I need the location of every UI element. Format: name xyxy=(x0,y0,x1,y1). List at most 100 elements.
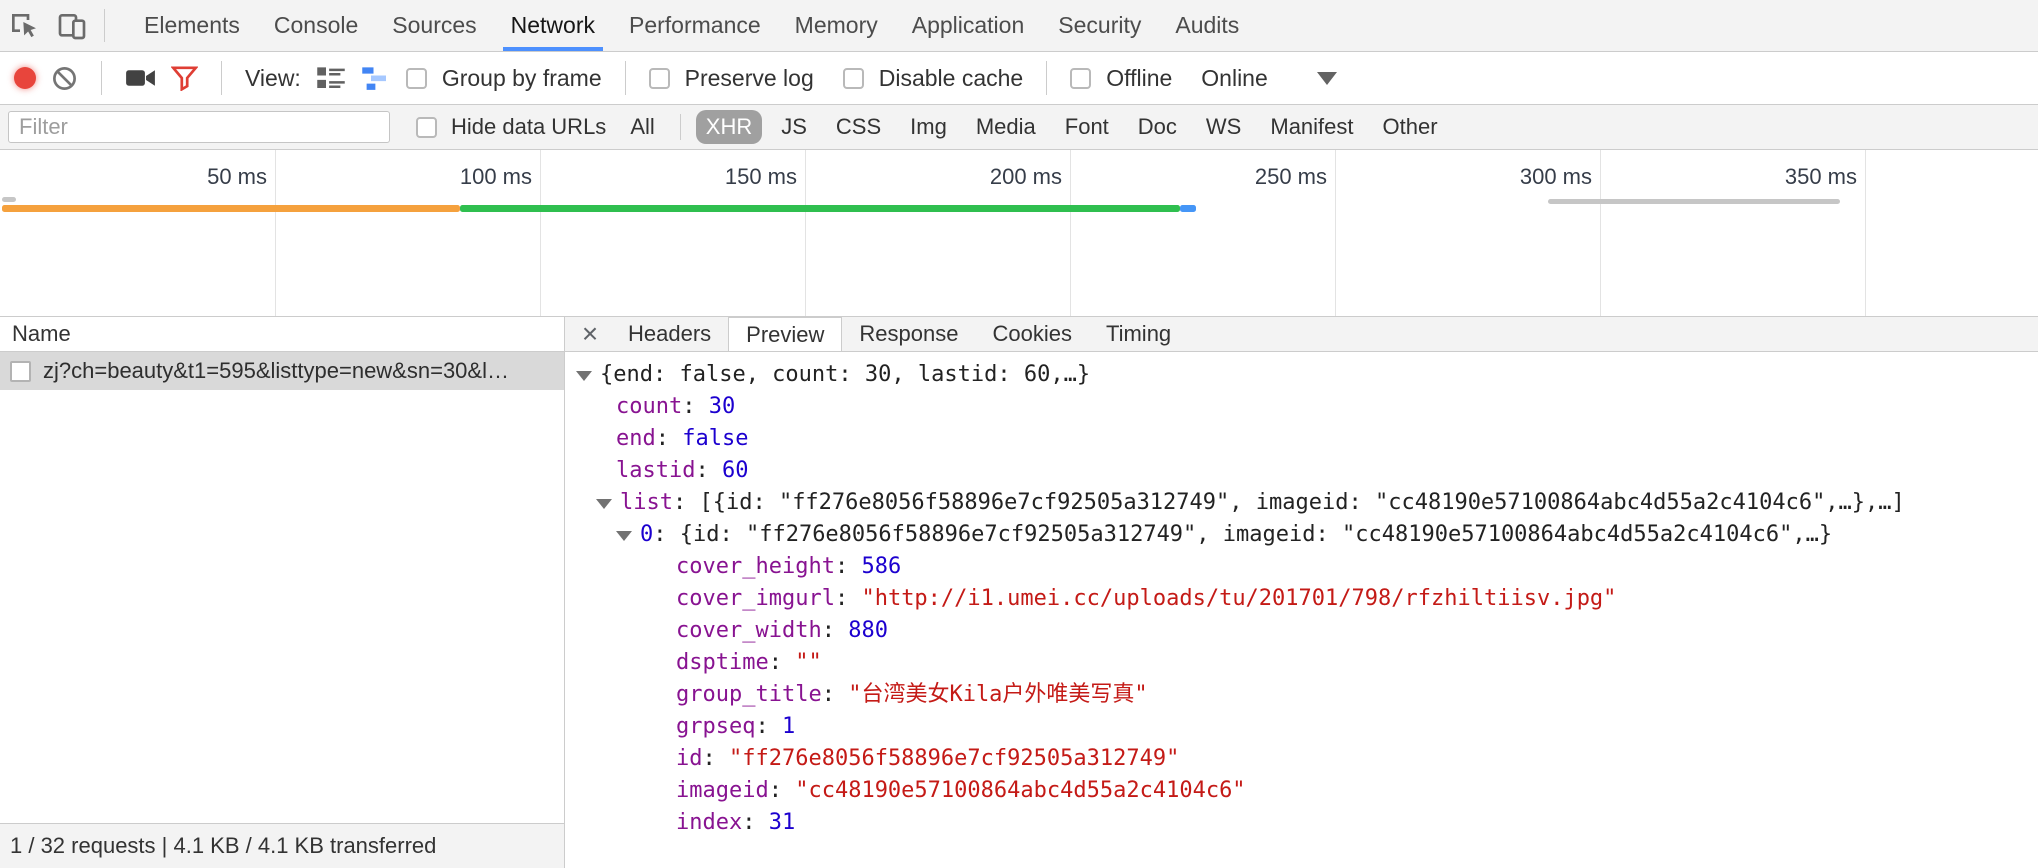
tab-memory[interactable]: Memory xyxy=(778,0,895,51)
ruler-tick-label: 100 ms xyxy=(460,164,532,190)
network-toolbar: View: Group by frame Preserve log Disab xyxy=(0,52,2038,105)
tab-performance[interactable]: Performance xyxy=(612,0,778,51)
offline-label: Offline xyxy=(1106,65,1172,92)
hide-data-urls-checkbox[interactable] xyxy=(416,117,437,138)
json-row[interactable]: id: "ff276e8056f58896e7cf92505a312749" xyxy=(565,743,2038,775)
request-name: zj?ch=beauty&t1=595&listtype=new&sn=30&l… xyxy=(43,358,509,384)
preserve-log-checkbox[interactable] xyxy=(649,68,670,89)
expander-arrow-icon[interactable] xyxy=(596,499,612,509)
device-toolbar-button[interactable] xyxy=(48,0,96,51)
json-text: : xyxy=(835,554,862,579)
json-str: "台湾美女Kila户外唯美写真" xyxy=(848,682,1147,707)
view-label: View: xyxy=(245,65,301,92)
tab-security[interactable]: Security xyxy=(1041,0,1158,51)
tab-audits[interactable]: Audits xyxy=(1158,0,1256,51)
json-key: grpseq xyxy=(676,714,755,739)
filter-type-media[interactable]: Media xyxy=(966,110,1046,144)
resource-doc-icon xyxy=(10,361,31,382)
detail-tab-preview[interactable]: Preview xyxy=(728,317,842,352)
json-row[interactable]: dsptime: "" xyxy=(565,647,2038,679)
detail-tab-timing[interactable]: Timing xyxy=(1089,317,1188,351)
filter-type-doc[interactable]: Doc xyxy=(1128,110,1187,144)
json-row[interactable]: list: [{id: "ff276e8056f58896e7cf92505a3… xyxy=(565,487,2038,519)
network-overview[interactable]: 50 ms100 ms150 ms200 ms250 ms300 ms350 m… xyxy=(0,150,2038,317)
tab-elements[interactable]: Elements xyxy=(127,0,257,51)
json-text: : xyxy=(695,458,722,483)
json-row[interactable]: index: 31 xyxy=(565,807,2038,839)
json-row[interactable]: cover_width: 880 xyxy=(565,615,2038,647)
detail-tab-response[interactable]: Response xyxy=(842,317,975,351)
filter-type-ws[interactable]: WS xyxy=(1196,110,1251,144)
filter-type-all[interactable]: All xyxy=(620,110,664,144)
filter-type-xhr[interactable]: XHR xyxy=(696,110,762,144)
json-num: false xyxy=(682,426,748,451)
clear-button[interactable] xyxy=(51,65,78,92)
filter-type-manifest[interactable]: Manifest xyxy=(1260,110,1363,144)
hide-data-urls-label: Hide data URLs xyxy=(451,114,606,140)
requests-status-bar: 1 / 32 requests | 4.1 KB / 4.1 KB transf… xyxy=(0,823,564,868)
close-detail-button[interactable]: × xyxy=(569,317,611,351)
json-row[interactable]: imageid: "cc48190e57100864abc4d55a2c4104… xyxy=(565,775,2038,807)
json-row[interactable]: cover_imgurl: "http://i1.umei.cc/uploads… xyxy=(565,583,2038,615)
ruler-tick-label: 200 ms xyxy=(990,164,1062,190)
json-text: : xyxy=(656,426,683,451)
tab-sources[interactable]: Sources xyxy=(375,0,493,51)
overview-bar-other-request-late xyxy=(1548,199,1840,204)
filter-type-css[interactable]: CSS xyxy=(826,110,891,144)
expander-arrow-icon[interactable] xyxy=(576,371,592,381)
json-text: : xyxy=(703,746,730,771)
json-key: end xyxy=(616,426,656,451)
throttling-select[interactable]: Online xyxy=(1201,65,1267,92)
show-overview-button[interactable] xyxy=(361,65,391,91)
filter-type-img[interactable]: Img xyxy=(900,110,957,144)
separator xyxy=(680,114,681,140)
tab-network[interactable]: Network xyxy=(494,0,612,51)
filter-type-js[interactable]: JS xyxy=(771,110,817,144)
throttling-dropdown-arrow-icon[interactable] xyxy=(1317,72,1337,85)
panel-tabs: ElementsConsoleSourcesNetworkPerformance… xyxy=(127,0,1256,51)
filter-toggle-button[interactable] xyxy=(171,66,198,91)
offline-checkbox[interactable] xyxy=(1070,68,1091,89)
filter-input[interactable] xyxy=(8,111,390,143)
json-key: id xyxy=(676,746,703,771)
overview-bar-request-download-tip xyxy=(1180,205,1196,212)
ruler-gridline xyxy=(275,150,276,316)
preview-json-tree: {end: false, count: 30, lastid: 60,…} cou… xyxy=(565,352,2038,868)
json-row[interactable]: end: false xyxy=(565,423,2038,455)
overview-bar-request-receiving xyxy=(460,205,1180,212)
json-row[interactable]: cover_height: 586 xyxy=(565,551,2038,583)
filter-type-font[interactable]: Font xyxy=(1055,110,1119,144)
tab-console[interactable]: Console xyxy=(257,0,375,51)
json-row[interactable]: grpseq: 1 xyxy=(565,711,2038,743)
requests-empty-space xyxy=(0,390,564,823)
detail-tab-cookies[interactable]: Cookies xyxy=(975,317,1088,351)
json-num: 1 xyxy=(782,714,795,739)
tab-application[interactable]: Application xyxy=(895,0,1042,51)
network-main: Name zj?ch=beauty&t1=595&listtype=new&sn… xyxy=(0,317,2038,868)
ruler-gridline xyxy=(1865,150,1866,316)
json-row[interactable]: 0: {id: "ff276e8056f58896e7cf92505a31274… xyxy=(565,519,2038,551)
record-button[interactable] xyxy=(14,67,36,89)
view-large-rows-button[interactable] xyxy=(316,65,346,91)
json-row[interactable]: lastid: 60 xyxy=(565,455,2038,487)
resource-type-filters: All XHR JS CSS Img Media Font Doc WS Manifest Othe… xyxy=(620,110,1447,144)
json-row[interactable]: count: 30 xyxy=(565,391,2038,423)
detail-pane: × HeadersPreviewResponseCookiesTiming {e… xyxy=(565,317,2038,868)
group-by-frame-checkbox[interactable] xyxy=(406,68,427,89)
separator xyxy=(221,61,222,95)
disable-cache-checkbox[interactable] xyxy=(843,68,864,89)
detail-tab-headers[interactable]: Headers xyxy=(611,317,728,351)
json-key: index xyxy=(676,810,742,835)
expander-arrow-icon[interactable] xyxy=(616,531,632,541)
json-row[interactable]: {end: false, count: 30, lastid: 60,…} xyxy=(565,359,2038,391)
json-num: 586 xyxy=(861,554,901,579)
inspect-element-button[interactable] xyxy=(0,0,48,51)
filter-type-other[interactable]: Other xyxy=(1373,110,1448,144)
json-text: : xyxy=(682,394,709,419)
json-key: cover_height xyxy=(676,554,835,579)
capture-screenshots-button[interactable] xyxy=(125,66,156,90)
name-column-header[interactable]: Name xyxy=(0,317,564,352)
json-text: {end: false, count: 30, lastid: 60,…} xyxy=(600,362,1090,387)
json-row[interactable]: group_title: "台湾美女Kila户外唯美写真" xyxy=(565,679,2038,711)
request-row[interactable]: zj?ch=beauty&t1=595&listtype=new&sn=30&l… xyxy=(0,352,564,390)
